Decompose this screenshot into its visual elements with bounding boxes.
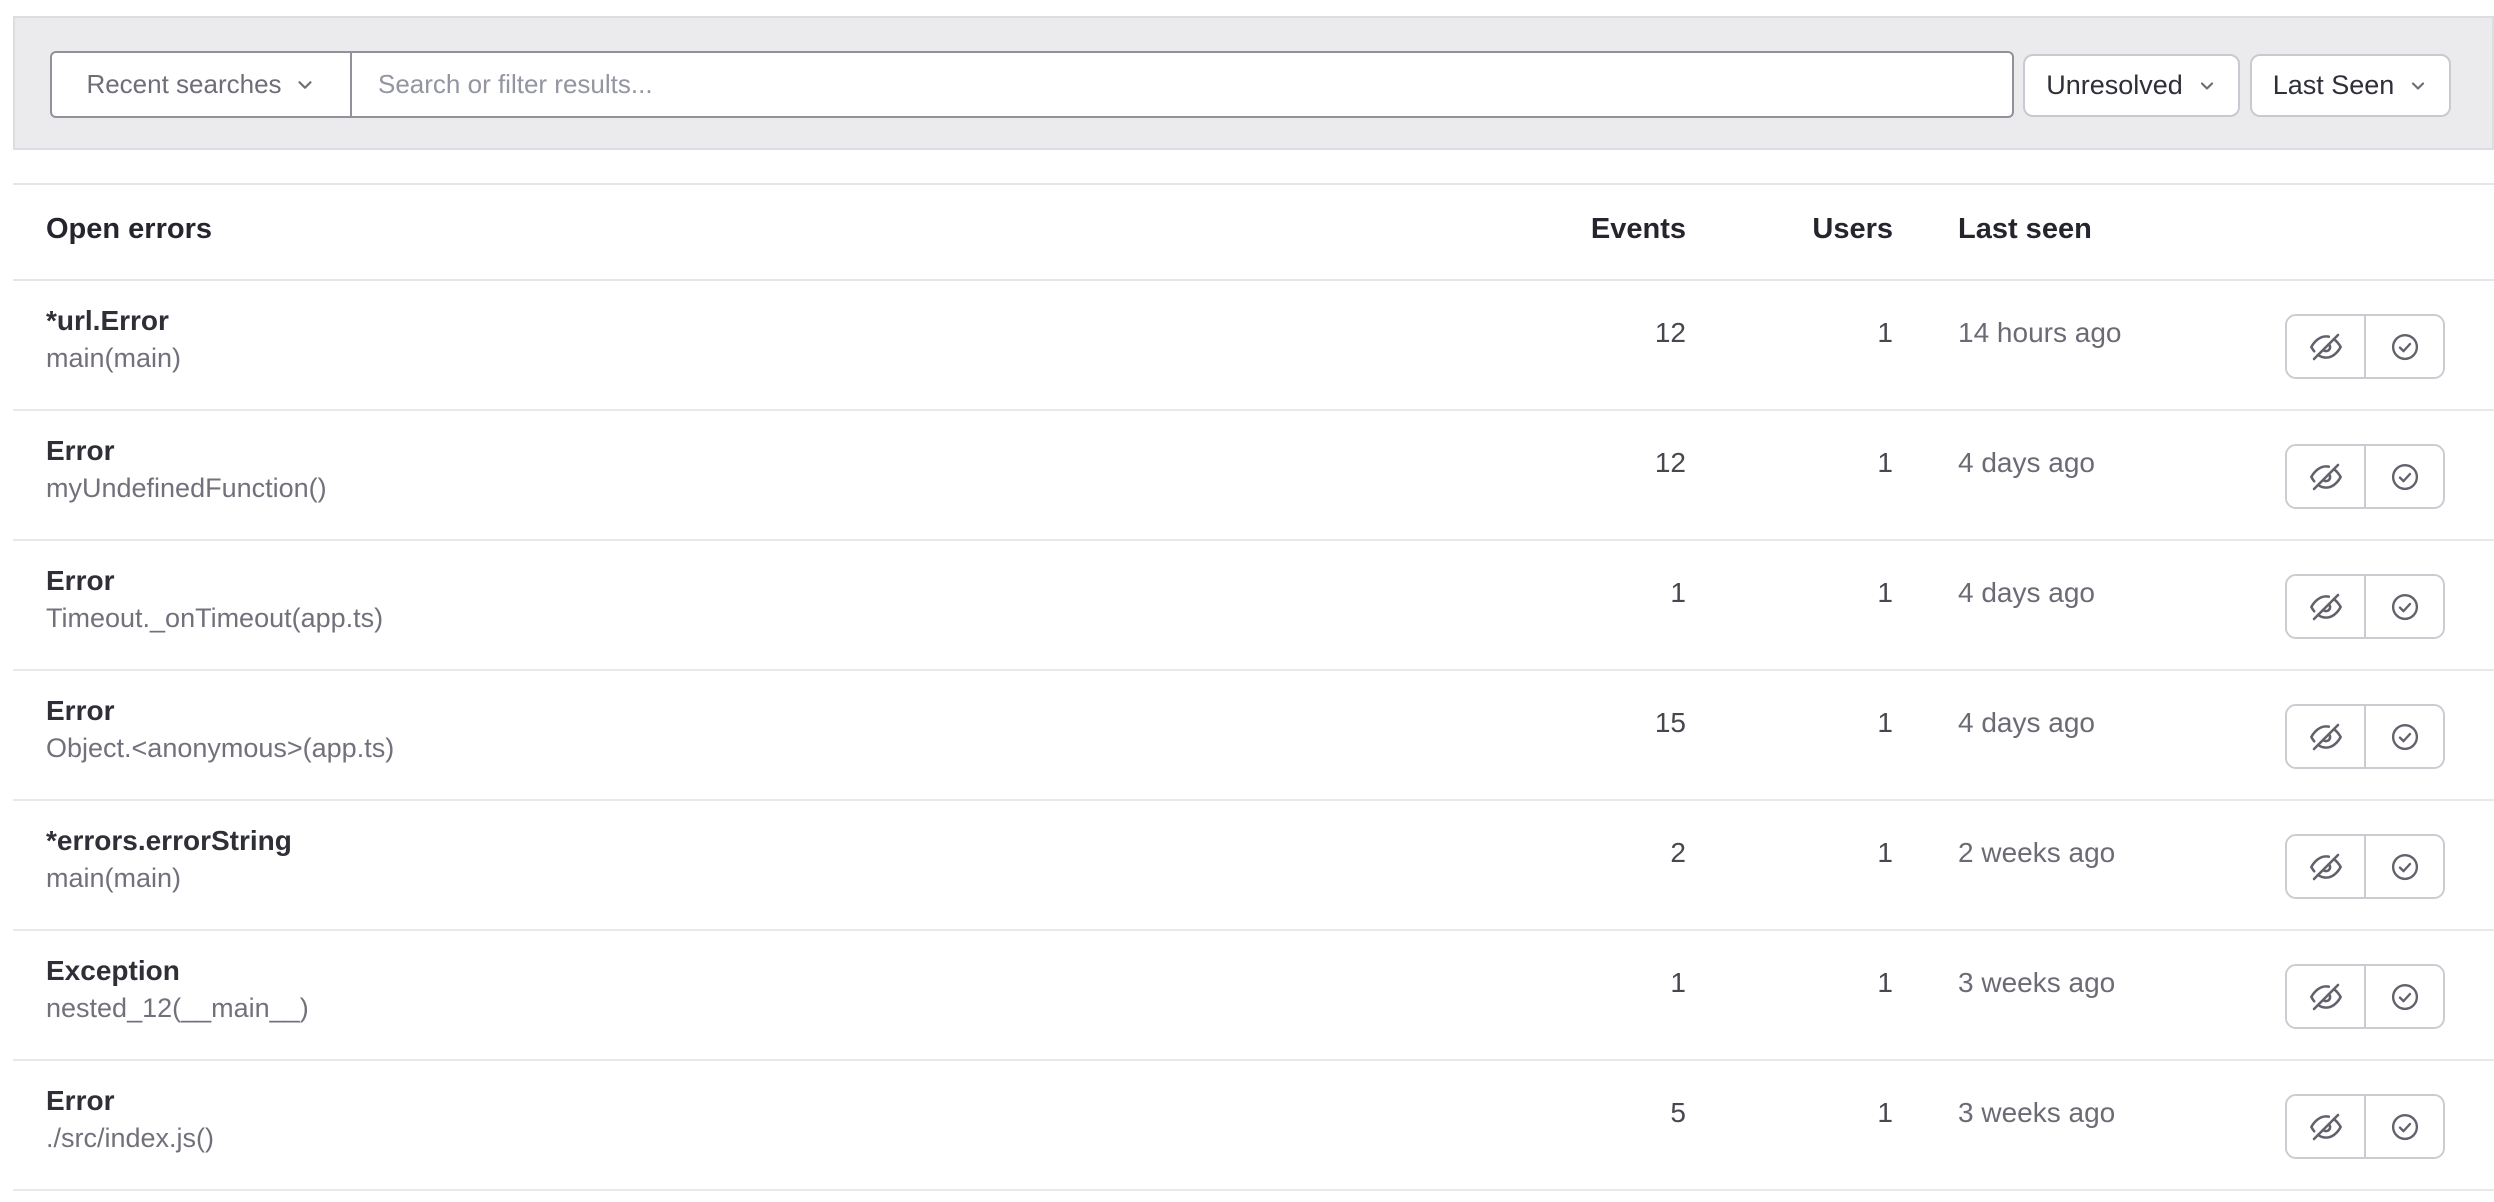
- error-name[interactable]: Error: [46, 433, 114, 469]
- row-actions: [2285, 964, 2445, 1029]
- issues-page: Recent searches Unresolved Last Seen Ope…: [0, 0, 2494, 1202]
- sort-filter-dropdown[interactable]: Last Seen: [2250, 54, 2451, 117]
- last-seen-value: 4 days ago: [1958, 577, 2095, 609]
- resolve-button[interactable]: [2364, 446, 2443, 507]
- error-name[interactable]: *errors.errorString: [46, 823, 292, 859]
- column-header-events: Events: [1591, 213, 1686, 246]
- search-input[interactable]: [352, 51, 2014, 118]
- mute-button[interactable]: [2287, 836, 2364, 897]
- users-count: 1: [1877, 577, 1893, 609]
- events-count: 15: [1655, 707, 1686, 739]
- error-location: Timeout._onTimeout(app.ts): [46, 601, 383, 635]
- eye-off-icon: [2310, 331, 2342, 363]
- row-actions: [2285, 444, 2445, 509]
- last-seen-value: 14 hours ago: [1958, 317, 2121, 349]
- table-title: Open errors: [46, 213, 212, 246]
- chevron-down-icon: [294, 74, 316, 96]
- last-seen-value: 4 days ago: [1958, 447, 2095, 479]
- error-name[interactable]: Error: [46, 1083, 114, 1119]
- events-count: 5: [1670, 1097, 1686, 1129]
- events-count: 2: [1670, 837, 1686, 869]
- row-actions: [2285, 314, 2445, 379]
- resolve-button[interactable]: [2364, 1096, 2443, 1157]
- table-row[interactable]: Error Object.<anonymous>(app.ts) 15 1 4 …: [13, 671, 2494, 801]
- resolve-button[interactable]: [2364, 836, 2443, 897]
- users-count: 1: [1877, 837, 1893, 869]
- error-name[interactable]: Error: [46, 693, 114, 729]
- check-circle-icon: [2390, 982, 2420, 1012]
- table-row[interactable]: Exception nested_12(__main__) 1 1 3 week…: [13, 931, 2494, 1061]
- error-location: ./src/index.js(): [46, 1121, 214, 1155]
- search-toolbar: Recent searches Unresolved Last Seen: [13, 16, 2494, 150]
- error-name[interactable]: Error: [46, 563, 114, 599]
- column-header-last-seen: Last seen: [1958, 213, 2092, 246]
- users-count: 1: [1877, 1097, 1893, 1129]
- sort-filter-label: Last Seen: [2273, 70, 2395, 101]
- table-row[interactable]: *errors.errorString main(main) 2 1 2 wee…: [13, 801, 2494, 931]
- row-actions: [2285, 834, 2445, 899]
- eye-off-icon: [2310, 981, 2342, 1013]
- status-filter-label: Unresolved: [2046, 70, 2183, 101]
- error-name[interactable]: *url.Error: [46, 303, 169, 339]
- users-count: 1: [1877, 967, 1893, 999]
- table-row[interactable]: Error Timeout._onTimeout(app.ts) 1 1 4 d…: [13, 541, 2494, 671]
- error-rows: *url.Error main(main) 12 1 14 hours ago: [13, 281, 2494, 1191]
- check-circle-icon: [2390, 332, 2420, 362]
- chevron-down-icon: [2197, 76, 2217, 96]
- chevron-down-icon: [2408, 76, 2428, 96]
- resolve-button[interactable]: [2364, 966, 2443, 1027]
- events-count: 1: [1670, 577, 1686, 609]
- check-circle-icon: [2390, 722, 2420, 752]
- row-actions: [2285, 574, 2445, 639]
- events-count: 12: [1655, 447, 1686, 479]
- last-seen-value: 4 days ago: [1958, 707, 2095, 739]
- open-errors-table: Open errors Events Users Last seen *url.…: [13, 183, 2494, 1191]
- events-count: 1: [1670, 967, 1686, 999]
- check-circle-icon: [2390, 592, 2420, 622]
- table-row[interactable]: *url.Error main(main) 12 1 14 hours ago: [13, 281, 2494, 411]
- eye-off-icon: [2310, 851, 2342, 883]
- error-location: Object.<anonymous>(app.ts): [46, 731, 394, 765]
- last-seen-value: 2 weeks ago: [1958, 837, 2115, 869]
- resolve-button[interactable]: [2364, 316, 2443, 377]
- table-row[interactable]: Error myUndefinedFunction() 12 1 4 days …: [13, 411, 2494, 541]
- users-count: 1: [1877, 447, 1893, 479]
- mute-button[interactable]: [2287, 576, 2364, 637]
- mute-button[interactable]: [2287, 706, 2364, 767]
- check-circle-icon: [2390, 852, 2420, 882]
- error-location: main(main): [46, 861, 181, 895]
- users-count: 1: [1877, 707, 1893, 739]
- search-group: Recent searches: [50, 51, 2014, 118]
- row-actions: [2285, 1094, 2445, 1159]
- last-seen-value: 3 weeks ago: [1958, 1097, 2115, 1129]
- status-filter-dropdown[interactable]: Unresolved: [2023, 54, 2240, 117]
- check-circle-icon: [2390, 462, 2420, 492]
- mute-button[interactable]: [2287, 966, 2364, 1027]
- events-count: 12: [1655, 317, 1686, 349]
- recent-searches-label: Recent searches: [86, 69, 281, 100]
- mute-button[interactable]: [2287, 316, 2364, 377]
- eye-off-icon: [2310, 461, 2342, 493]
- column-header-users: Users: [1812, 213, 1893, 246]
- mute-button[interactable]: [2287, 1096, 2364, 1157]
- error-location: main(main): [46, 341, 181, 375]
- last-seen-value: 3 weeks ago: [1958, 967, 2115, 999]
- users-count: 1: [1877, 317, 1893, 349]
- error-location: nested_12(__main__): [46, 991, 309, 1025]
- eye-off-icon: [2310, 591, 2342, 623]
- resolve-button[interactable]: [2364, 576, 2443, 637]
- mute-button[interactable]: [2287, 446, 2364, 507]
- recent-searches-dropdown[interactable]: Recent searches: [50, 51, 352, 118]
- check-circle-icon: [2390, 1112, 2420, 1142]
- table-header: Open errors Events Users Last seen: [13, 185, 2494, 281]
- table-row[interactable]: Error ./src/index.js() 5 1 3 weeks ago: [13, 1061, 2494, 1191]
- resolve-button[interactable]: [2364, 706, 2443, 767]
- eye-off-icon: [2310, 1111, 2342, 1143]
- row-actions: [2285, 704, 2445, 769]
- error-name[interactable]: Exception: [46, 953, 180, 989]
- eye-off-icon: [2310, 721, 2342, 753]
- error-location: myUndefinedFunction(): [46, 471, 327, 505]
